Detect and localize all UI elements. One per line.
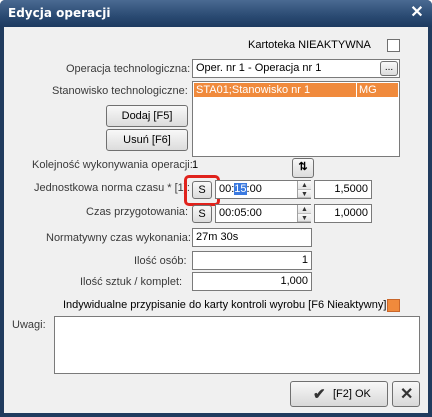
spin-up-icon[interactable]: ▲ (298, 181, 311, 190)
operation-value: Oper. nr 1 - Operacja nr 1 (196, 62, 322, 74)
persons-field[interactable]: 1 (192, 251, 312, 270)
unit-time-spinner[interactable]: ▲ ▼ (297, 181, 311, 198)
order-label: Kolejność wykonywania operacji: (32, 159, 193, 171)
sort-icon: ⇅ (298, 161, 308, 173)
workstation-row-name[interactable]: STA01;Stanowisko nr 1 (194, 83, 356, 97)
workstation-label: Stanowisko technologiczne: (52, 85, 188, 97)
unit-time-factor-field[interactable]: 1,5000 (314, 180, 372, 199)
prep-time-value: 00:05:00 (219, 207, 262, 219)
dialog-window: Edycja operacji ✕ Kartoteka NIEAKTYWNA O… (0, 0, 432, 417)
ok-label: [F2] OK (333, 388, 371, 400)
add-label: Dodaj [F5] (121, 110, 173, 122)
operation-browse-button[interactable]: ... (380, 61, 398, 76)
operation-field[interactable]: Oper. nr 1 - Operacja nr 1 (192, 59, 400, 78)
prep-time-factor-field[interactable]: 1,0000 (314, 204, 372, 223)
title-bar: Edycja operacji ✕ (0, 0, 432, 27)
remove-workstation-button[interactable]: Usuń [F6] (106, 129, 188, 151)
remove-label: Usuń [F6] (123, 134, 171, 146)
individual-label: Indywidualne przypisanie do karty kontro… (63, 299, 390, 311)
spin-down-icon[interactable]: ▼ (298, 213, 311, 222)
add-workstation-button[interactable]: Dodaj [F5] (106, 105, 188, 127)
unit-time-factor: 1,5000 (334, 183, 368, 195)
spin-down-icon[interactable]: ▼ (298, 189, 311, 198)
prep-time-label: Czas przygotowania: (86, 206, 189, 218)
unit-time-suffix: :00 (246, 183, 262, 195)
normative-value: 27m 30s (196, 231, 239, 243)
spin-up-icon[interactable]: ▲ (298, 205, 311, 214)
unit-time-selected: 15 (234, 183, 247, 195)
browse-label: ... (384, 62, 394, 73)
close-icon[interactable]: ✕ (408, 4, 426, 22)
workstation-row-code[interactable]: MG (357, 83, 398, 97)
persons-value: 1 (301, 254, 308, 266)
order-value: 1 (192, 159, 199, 171)
workstation-list[interactable]: STA01;Stanowisko nr 1 MG (192, 81, 400, 157)
prep-time-s-button[interactable]: S (192, 205, 212, 223)
check-icon: ✔ (313, 386, 326, 403)
prep-time-spinner[interactable]: ▲ ▼ (297, 205, 311, 222)
pieces-field[interactable]: 1,000 (192, 272, 312, 291)
pieces-value: 1,000 (280, 275, 308, 287)
cancel-icon: ✕ (400, 386, 414, 403)
ok-button[interactable]: ✔ [F2] OK (290, 381, 388, 407)
order-sort-button[interactable]: ⇅ (292, 158, 314, 178)
unit-time-label: Jednostkowa norma czasu * [1]: (34, 182, 190, 194)
remarks-label: Uwagi: (12, 319, 46, 331)
dialog-body: Kartoteka NIEAKTYWNA Operacja technologi… (4, 27, 428, 413)
pieces-label: Ilość sztuk / komplet: (80, 276, 183, 288)
normative-field: 27m 30s (192, 228, 312, 247)
persons-label: Ilość osób: (134, 255, 187, 267)
inactive-label: Kartoteka NIEAKTYWNA (248, 39, 371, 51)
remarks-textarea[interactable] (54, 316, 420, 374)
unit-time-prefix: 00: (219, 183, 235, 195)
cancel-button[interactable]: ✕ (392, 381, 420, 407)
operation-label: Operacja technologiczna: (66, 63, 191, 75)
s-label: S (198, 208, 206, 220)
window-title: Edycja operacji (8, 6, 111, 20)
prep-time-factor: 1,0000 (334, 207, 368, 219)
normative-label: Normatywny czas wykonania: (46, 232, 191, 244)
individual-checkbox[interactable] (387, 299, 400, 312)
inactive-checkbox[interactable] (387, 39, 400, 52)
